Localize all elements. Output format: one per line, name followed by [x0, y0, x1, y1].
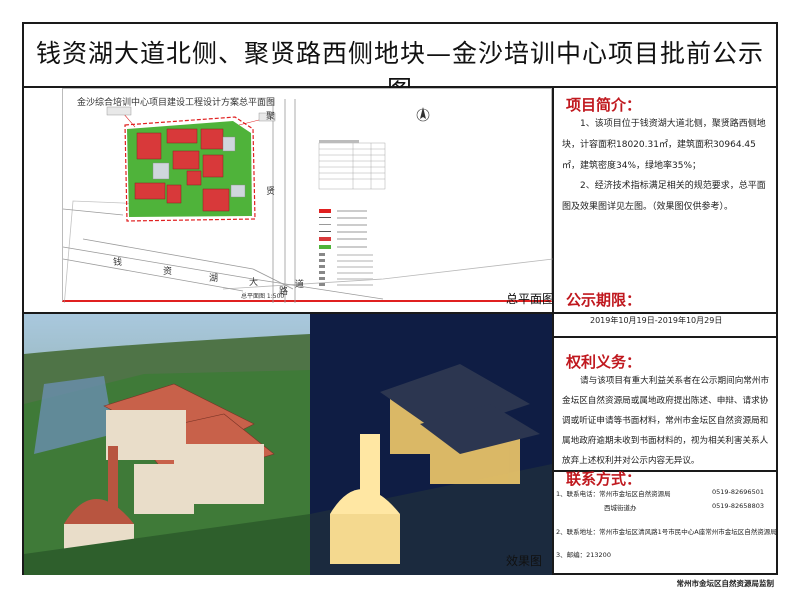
contact-phone-2-number: 0519-82658803: [712, 502, 764, 510]
intro-paragraph-1: 1、该项目位于钱资湖大道北侧，聚贤路西侧地块，计容面积18020.31㎡，建筑面…: [562, 119, 766, 171]
contact-address: 2、联系地址：常州市金坛区清风路1号市民中心A座常州市金坛区自然资源局: [556, 528, 777, 536]
road-char-dao: 道: [295, 278, 304, 290]
site-plan-graphic: 钱 资 湖 大 道 聚 贤 路: [63, 99, 553, 303]
contact-postcode: 3、邮编：213200: [556, 551, 611, 559]
period-heading: 公示期限：: [566, 291, 642, 309]
site-plan-drawing: 金沙综合培训中心项目建设工程设计方案总平面图 钱 资 湖 大 道 聚 贤 路 总…: [62, 88, 553, 303]
road-char-da: 大: [249, 276, 258, 288]
site-plan-scale-label: 总平面图 1:500: [241, 293, 285, 300]
contact-phone-1: 1、联系电话：常州市金坛区自然资源局: [556, 490, 671, 498]
intro-heading: 项目简介：: [566, 96, 642, 114]
road-char-xian: 贤: [266, 186, 275, 197]
contact-heading: 联系方式：: [566, 470, 642, 488]
rights-paragraph: 请与该项目有重大利益关系者在公示期间向常州市金坛区自然资源局或属地政府提出陈述、…: [562, 376, 770, 466]
intro-paragraph-2: 2、经济技术指标满足相关的规范要求，总平面图及效果图详见左图。（效果图仅供参考）…: [562, 181, 766, 212]
road-char-qian: 钱: [113, 256, 122, 268]
render-day-image: [24, 314, 310, 575]
footer-issuer: 常州市金坛区自然资源局监制: [676, 579, 775, 588]
road-char-hu: 湖: [209, 273, 218, 284]
render-night-image: [310, 314, 552, 575]
contact-phone-2: 西城街道办: [604, 504, 637, 512]
site-plan-label: 总平面图: [506, 292, 555, 306]
render-label: 效果图: [506, 554, 543, 568]
rights-heading: 权利义务：: [566, 353, 642, 371]
period-text: 2019年10月19日-2019年10月29日: [590, 316, 723, 325]
contact-phone-1-number: 0519-82696501: [712, 488, 764, 496]
road-char-zi: 资: [163, 266, 172, 277]
period-divider: [552, 336, 778, 338]
road-char-ju: 聚: [266, 111, 275, 122]
